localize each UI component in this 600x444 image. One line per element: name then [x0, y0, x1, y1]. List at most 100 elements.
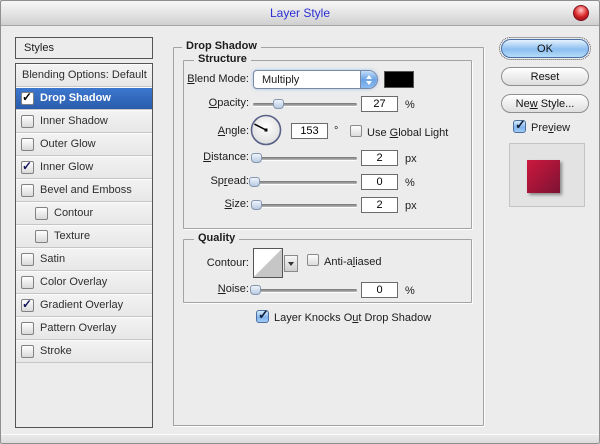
styles-item-outer-glow[interactable]: Outer Glow — [16, 133, 152, 156]
size-label: Size: — [179, 198, 249, 210]
ok-button[interactable]: OK — [501, 39, 589, 58]
styles-item-inner-shadow[interactable]: Inner Shadow — [16, 110, 152, 133]
spread-unit: % — [405, 177, 415, 189]
spread-input[interactable] — [361, 174, 398, 190]
opacity-input[interactable] — [361, 96, 398, 112]
styles-item-pattern-overlay[interactable]: Pattern Overlay — [16, 317, 152, 340]
distance-unit: px — [405, 153, 417, 165]
styles-item-contour[interactable]: Contour — [16, 202, 152, 225]
style-label: Outer Glow — [40, 138, 96, 150]
style-label: Inner Shadow — [40, 115, 108, 127]
opacity-slider[interactable] — [253, 100, 357, 109]
styles-item-bevel-emboss[interactable]: Bevel and Emboss — [16, 179, 152, 202]
opacity-unit: % — [405, 99, 415, 111]
layer-knocks-out-label: Layer Knocks Out Drop Shadow — [274, 312, 431, 324]
styles-item-drop-shadow[interactable]: Drop Shadow — [16, 87, 152, 110]
style-label: Texture — [54, 230, 90, 242]
distance-slider[interactable] — [253, 154, 357, 163]
style-checkbox[interactable] — [21, 184, 34, 197]
contour-picker[interactable] — [253, 248, 283, 278]
layer-style-dialog: Layer Style Styles Blending Options: Def… — [0, 0, 600, 444]
drop-shadow-group-title: Drop Shadow — [182, 40, 261, 52]
style-checkbox[interactable] — [21, 92, 34, 105]
styles-item-stroke[interactable]: Stroke — [16, 340, 152, 363]
title-bar[interactable]: Layer Style — [1, 1, 599, 26]
reset-button[interactable]: Reset — [501, 67, 589, 86]
styles-item-inner-glow[interactable]: Inner Glow — [16, 156, 152, 179]
styles-panel-header: Styles — [15, 37, 153, 59]
dialog-bottom-bevel — [1, 434, 599, 443]
layer-knocks-out-checkbox[interactable] — [256, 310, 269, 323]
size-slider[interactable] — [253, 201, 357, 210]
style-checkbox[interactable] — [21, 253, 34, 266]
new-style-button[interactable]: New Style... — [501, 94, 589, 113]
distance-label: Distance: — [179, 151, 249, 163]
size-unit: px — [405, 200, 417, 212]
structure-group-title: Structure — [194, 53, 251, 65]
style-label: Stroke — [40, 345, 72, 357]
style-checkbox[interactable] — [21, 345, 34, 358]
styles-item-blending-options[interactable]: Blending Options: Default — [16, 64, 152, 87]
style-label: Inner Glow — [40, 161, 93, 173]
distance-slider-track[interactable] — [253, 157, 357, 160]
distance-input[interactable] — [361, 150, 398, 166]
style-label: Satin — [40, 253, 65, 265]
noise-slider-thumb[interactable] — [250, 285, 261, 295]
size-input[interactable] — [361, 197, 398, 213]
size-slider-thumb[interactable] — [251, 200, 262, 210]
style-checkbox[interactable] — [21, 322, 34, 335]
preview-label: Preview — [531, 122, 570, 134]
style-label: Color Overlay — [40, 276, 107, 288]
styles-list[interactable]: Blending Options: Default Drop Shadow In… — [15, 63, 153, 428]
contour-label: Contour: — [179, 257, 249, 269]
style-label: Bevel and Emboss — [40, 184, 132, 196]
opacity-slider-track[interactable] — [253, 103, 357, 106]
style-checkbox[interactable] — [35, 230, 48, 243]
style-label: Contour — [54, 207, 93, 219]
styles-item-color-overlay[interactable]: Color Overlay — [16, 271, 152, 294]
angle-dial[interactable] — [249, 113, 283, 147]
style-label: Blending Options: Default — [22, 69, 147, 81]
noise-unit: % — [405, 285, 415, 297]
anti-aliased-checkbox[interactable] — [307, 254, 319, 266]
use-global-light-checkbox[interactable] — [350, 125, 362, 137]
anti-aliased-label: Anti-aliased — [324, 256, 382, 268]
blend-mode-value: Multiply — [254, 74, 360, 86]
blend-mode-select[interactable]: Multiply — [253, 70, 378, 89]
close-button[interactable] — [573, 5, 589, 21]
style-checkbox[interactable] — [21, 299, 34, 312]
style-label: Gradient Overlay — [40, 299, 123, 311]
dialog-title: Layer Style — [1, 6, 599, 20]
spread-slider-track[interactable] — [253, 181, 357, 184]
styles-item-texture[interactable]: Texture — [16, 225, 152, 248]
style-checkbox[interactable] — [35, 207, 48, 220]
style-checkbox[interactable] — [21, 276, 34, 289]
spread-label: Spread: — [179, 175, 249, 187]
style-checkbox[interactable] — [21, 138, 34, 151]
noise-slider[interactable] — [253, 286, 357, 295]
angle-unit: ° — [334, 125, 338, 137]
style-checkbox[interactable] — [21, 161, 34, 174]
use-global-light-label: Use Global Light — [367, 127, 448, 139]
size-slider-track[interactable] — [253, 204, 357, 207]
spread-slider-thumb[interactable] — [249, 177, 260, 187]
opacity-slider-thumb[interactable] — [273, 99, 284, 109]
angle-label: Angle: — [179, 125, 249, 137]
combo-stepper-icon[interactable] — [360, 71, 377, 88]
noise-input[interactable] — [361, 282, 398, 298]
preview-checkbox[interactable] — [513, 120, 526, 133]
contour-dropdown-arrow-icon[interactable] — [284, 255, 298, 272]
blend-mode-label: Blend Mode: — [179, 73, 249, 85]
noise-label: Noise: — [179, 283, 249, 295]
styles-item-gradient-overlay[interactable]: Gradient Overlay — [16, 294, 152, 317]
preview-thumbnail — [527, 160, 560, 193]
style-label: Pattern Overlay — [40, 322, 116, 334]
angle-input[interactable] — [291, 123, 328, 139]
style-checkbox[interactable] — [21, 115, 34, 128]
shadow-color-swatch[interactable] — [384, 71, 414, 88]
spread-slider[interactable] — [253, 178, 357, 187]
noise-slider-track[interactable] — [253, 289, 357, 292]
styles-header-label: Styles — [24, 42, 54, 54]
styles-item-satin[interactable]: Satin — [16, 248, 152, 271]
distance-slider-thumb[interactable] — [251, 153, 262, 163]
